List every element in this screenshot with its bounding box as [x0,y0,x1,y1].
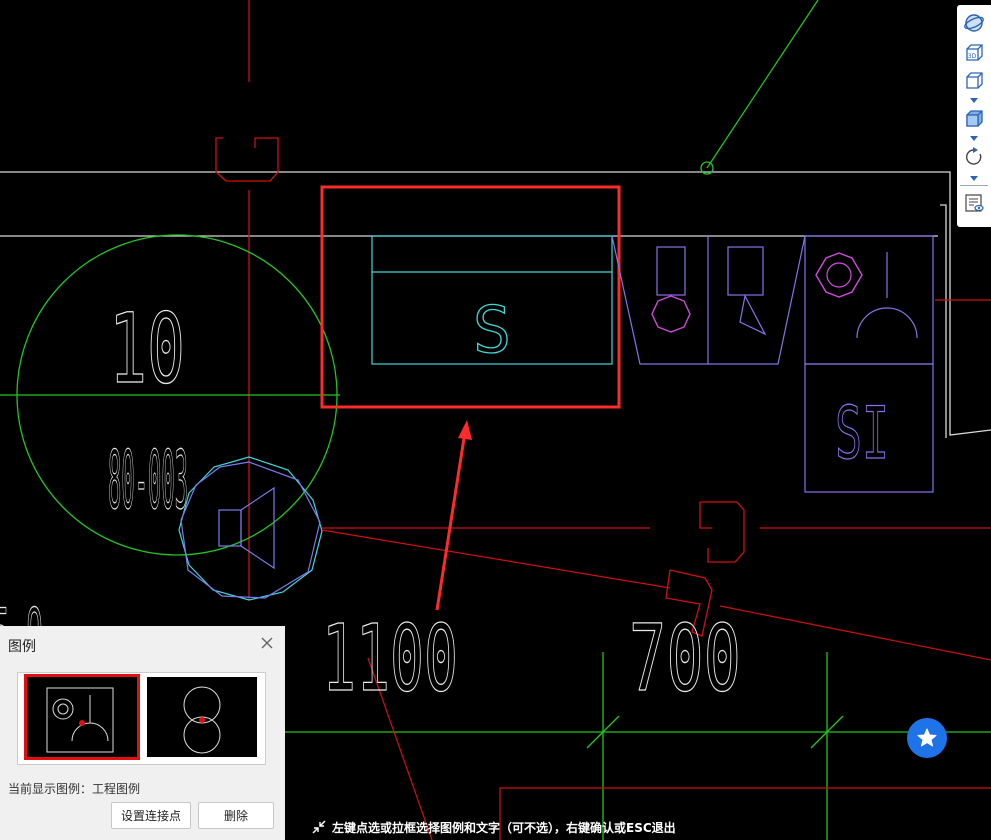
axis-number-label: 10 [109,293,185,405]
wireframe-box-icon[interactable] [962,69,986,93]
wireframe-dropdown-arrow[interactable] [970,98,978,103]
engineering-symbol-icon [46,687,114,753]
current-legend-label: 当前显示图例：工程图例 [8,782,141,796]
speaker-body [218,509,242,547]
collapse-arrows-icon [312,820,326,834]
legend-thumbnail-list [17,672,266,765]
red-hook-2 [700,501,745,563]
dimension-1100: 1100 [322,605,458,712]
svg-text:3D: 3D [968,53,977,60]
equipment-box-upper [804,235,934,365]
equipment-octagon-1 [651,295,691,333]
dimension-700: 700 [629,605,741,712]
shaded-dropdown-arrow[interactable] [970,136,978,141]
rotate-dropdown-arrow[interactable] [970,176,978,181]
orbit-icon[interactable] [962,11,986,35]
speaker-cone [240,486,275,570]
green-diagonal-line [706,0,819,169]
red-hook-symbol [215,137,279,182]
legend-thumbnail-engineering[interactable] [24,674,140,760]
set-connection-point-button[interactable]: 设置连接点 [111,802,191,829]
s-symbol-text: S [473,294,512,368]
red-wire-3 [321,529,671,589]
equipment-octagon-2 [815,252,863,298]
delete-button[interactable]: 删除 [198,802,274,829]
close-icon[interactable] [258,634,276,652]
view-toolbar: 3D [957,5,991,227]
si-symbol-text: SI [835,391,889,475]
annotation-arrow-line [435,431,467,611]
status-hint-text: 左键点选或拉框选择图例和文字（可不选），右键确认或ESC退出 [332,820,676,835]
star-icon [917,728,937,747]
red-hook-2b [699,502,712,529]
rotate-icon[interactable] [962,145,986,169]
selection-highlight-box [320,185,621,409]
favorite-fab-button[interactable] [907,718,947,758]
toolbar-divider [960,185,988,186]
legend-panel: 图例 当前显示图例：工程图例 设置连接点 删除 [0,626,285,840]
status-hint: 左键点选或拉框选择图例和文字（可不选），右键确认或ESC退出 [310,816,676,838]
speaker-polygon-cyan [178,456,323,601]
3d-view-icon[interactable]: 3D [962,41,986,65]
equipment-rect-2 [727,246,764,296]
equipment-inner-circle [826,262,852,288]
equipment-arc [856,307,918,339]
equipment-rect-1 [656,246,686,296]
layer-list-icon[interactable] [962,191,986,215]
panel-title: 图例 [8,639,36,655]
wall-right-inner [940,204,947,438]
legend-thumbnail-alternate[interactable] [147,677,257,757]
shaded-box-icon[interactable] [962,107,986,131]
double-circle-symbol-icon [183,686,221,754]
annotation-arrow-head [458,420,472,440]
red-wire-4 [719,605,991,661]
axis-code-label: 80-003 [108,434,188,527]
equipment-triangle [739,294,767,336]
